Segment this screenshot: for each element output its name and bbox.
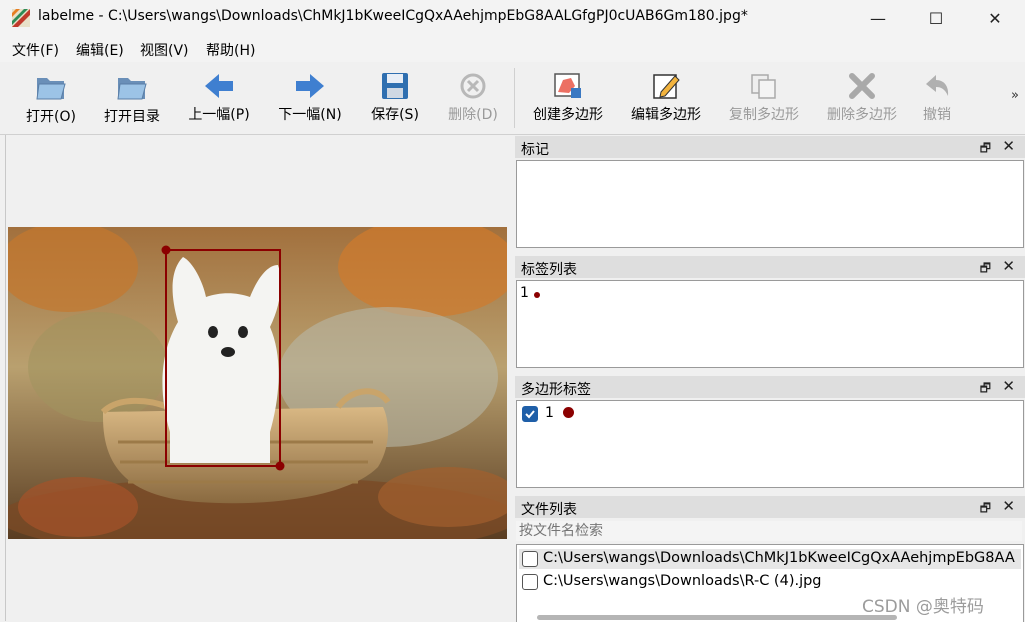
list-item[interactable]: 1: [519, 404, 719, 424]
dock-float-icon[interactable]: 🗗: [980, 499, 991, 520]
prev-image-label: 上一幅(P): [188, 107, 250, 123]
window-title: labelme - C:\Users\wangs\Downloads\ChMkJ…: [38, 8, 748, 24]
minimize-button[interactable]: —: [849, 0, 907, 36]
menu-help[interactable]: 帮助(H): [206, 40, 255, 60]
polygon-labels-dock: 多边形标签 🗗 ✕ 1: [515, 376, 1025, 490]
labelme-app-icon: [12, 9, 30, 27]
create-polygon-icon: [554, 73, 581, 98]
open-dir-button[interactable]: 打开目录: [96, 72, 168, 130]
delete-file-label: 删除(D): [448, 107, 498, 123]
copy-polygon-label: 复制多边形: [729, 107, 799, 123]
file-list-item[interactable]: C:\Users\wangs\Downloads\ChMkJ1bKweeICgQ…: [519, 549, 1021, 569]
annotation-handle-bottomright[interactable]: [275, 461, 285, 471]
image-photo: [8, 227, 507, 539]
file-checkbox[interactable]: [522, 551, 538, 567]
file-checkbox[interactable]: [522, 574, 538, 590]
list-item[interactable]: 1: [519, 285, 719, 303]
label-color-dot: [534, 292, 540, 298]
dock-float-icon[interactable]: 🗗: [980, 379, 991, 400]
arrow-left-icon: [205, 74, 233, 98]
polygon-label-text: 1: [545, 405, 554, 421]
dock-close-icon[interactable]: ✕: [1002, 377, 1015, 395]
delete-polygon-label: 删除多边形: [827, 107, 897, 123]
save-label: 保存(S): [371, 107, 419, 123]
open-dir-label: 打开目录: [104, 109, 160, 125]
label-list-dock-header: 标签列表 🗗 ✕: [515, 256, 1025, 278]
label-list[interactable]: 1: [516, 280, 1024, 368]
close-icon: ✕: [988, 8, 1002, 28]
annotation-handle-topleft[interactable]: [161, 245, 171, 255]
menu-edit[interactable]: 编辑(E): [76, 40, 124, 60]
menu-file[interactable]: 文件(F): [12, 40, 59, 60]
undo-icon: [926, 75, 949, 96]
copy-polygon-icon: [751, 74, 776, 99]
folder-open-icon: [117, 78, 147, 100]
menu-view[interactable]: 视图(V): [140, 40, 189, 60]
toolbar: 打开(O) 打开目录 上一幅(P) 下一幅(N) 保存(S) 删除(D) 创建多…: [0, 62, 1025, 135]
delete-file-button[interactable]: 删除(D): [442, 72, 504, 130]
file-list-dock-header: 文件列表 🗗 ✕: [515, 496, 1025, 518]
edit-polygon-button[interactable]: 编辑多边形: [624, 72, 708, 130]
watermark: CSDN @奥特码: [862, 597, 984, 617]
next-image-button[interactable]: 下一幅(N): [272, 72, 348, 130]
open-button[interactable]: 打开(O): [16, 72, 86, 130]
flags-dock-title: 标记: [521, 142, 549, 158]
dock-close-icon[interactable]: ✕: [1002, 497, 1015, 515]
flags-list[interactable]: [516, 160, 1024, 248]
dock-float-icon[interactable]: 🗗: [980, 139, 991, 160]
file-path: C:\Users\wangs\Downloads\R-C (4).jpg: [543, 573, 822, 589]
file-list-dock-title: 文件列表: [521, 502, 577, 518]
undo-button[interactable]: 撤销: [916, 72, 958, 130]
folder-open-icon: [36, 78, 66, 100]
polygon-labels-dock-title: 多边形标签: [521, 382, 591, 398]
close-button[interactable]: ✕: [966, 0, 1024, 36]
label-list-item-text: 1: [520, 285, 529, 301]
open-label: 打开(O): [26, 109, 76, 125]
minimize-icon: —: [870, 8, 886, 28]
menu-bar: 文件(F) 编辑(E) 视图(V) 帮助(H): [0, 36, 1025, 62]
dock-float-icon[interactable]: 🗗: [980, 259, 991, 280]
toolbar-overflow-icon[interactable]: »: [1011, 88, 1019, 103]
copy-polygon-button[interactable]: 复制多边形: [722, 72, 806, 130]
flags-dock: 标记 🗗 ✕: [515, 136, 1025, 250]
flags-dock-header: 标记 🗗 ✕: [515, 136, 1025, 158]
create-polygon-label: 创建多边形: [533, 107, 603, 123]
title-bar: labelme - C:\Users\wangs\Downloads\ChMkJ…: [0, 0, 1025, 36]
label-list-dock-title: 标签列表: [521, 262, 577, 278]
checkmark-icon: [525, 410, 535, 419]
polygon-labels-list[interactable]: 1: [516, 400, 1024, 488]
file-list-item[interactable]: C:\Users\wangs\Downloads\R-C (4).jpg: [519, 572, 1021, 592]
create-polygon-button[interactable]: 创建多边形: [526, 72, 610, 130]
dock-close-icon[interactable]: ✕: [1002, 257, 1015, 275]
arrow-right-icon: [296, 74, 324, 98]
maximize-button[interactable]: ☐: [907, 0, 965, 36]
polygon-labels-dock-header: 多边形标签 🗗 ✕: [515, 376, 1025, 398]
dock-close-icon[interactable]: ✕: [1002, 137, 1015, 155]
prev-image-button[interactable]: 上一幅(P): [181, 72, 257, 130]
toolbar-separator: [514, 68, 515, 128]
edit-polygon-icon: [653, 74, 680, 99]
file-path: C:\Users\wangs\Downloads\ChMkJ1bKweeICgQ…: [543, 550, 1015, 566]
undo-label: 撤销: [923, 107, 951, 123]
file-search-input[interactable]: [516, 521, 1022, 541]
polygon-color-dot: [563, 407, 574, 418]
next-image-label: 下一幅(N): [278, 107, 342, 123]
maximize-icon: ☐: [928, 8, 944, 28]
edit-polygon-label: 编辑多边形: [631, 107, 701, 123]
label-list-dock: 标签列表 🗗 ✕ 1: [515, 256, 1025, 370]
polygon-visible-checkbox[interactable]: [522, 406, 538, 422]
delete-polygon-button[interactable]: 删除多边形: [820, 72, 904, 130]
horizontal-scrollbar[interactable]: [537, 615, 897, 620]
delete-circle-icon: [460, 73, 486, 99]
floppy-disk-icon: [382, 73, 408, 99]
delete-polygon-icon: [849, 73, 875, 99]
save-button[interactable]: 保存(S): [364, 72, 426, 130]
